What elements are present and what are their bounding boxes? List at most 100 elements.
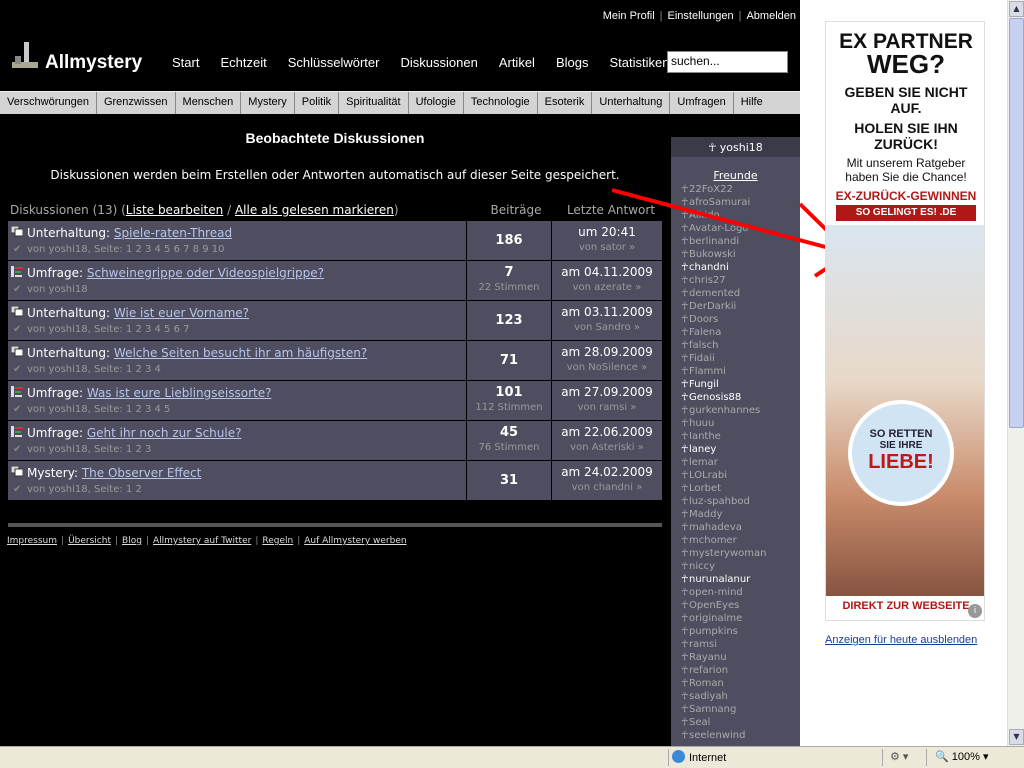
friend-link[interactable]: ☥Seal <box>681 716 800 729</box>
security-zone[interactable]: Internet <box>672 750 726 764</box>
person-icon: ☥ <box>681 561 689 572</box>
last-reply-user-link[interactable]: von Asteriski <box>570 442 634 453</box>
sidebar-username[interactable]: ☥ yoshi18 <box>671 137 800 157</box>
scrollbar-thumb[interactable] <box>1009 18 1024 428</box>
jump-to-last-icon[interactable]: » <box>641 362 647 373</box>
friend-link[interactable]: ☥refarion <box>681 664 800 677</box>
nav-echtzeit[interactable]: Echtzeit <box>220 55 266 70</box>
last-reply-user-link[interactable]: von NoSilence <box>567 362 638 373</box>
friend-link[interactable]: ☥sadiyah <box>681 690 800 703</box>
nav-blogs[interactable]: Blogs <box>556 55 589 70</box>
hide-ads-link[interactable]: Anzeigen für heute ausblenden <box>825 634 977 646</box>
settings-link[interactable]: Einstellungen <box>668 10 734 22</box>
friend-link[interactable]: ☥Genosis88 <box>681 391 800 404</box>
last-reply-user-link[interactable]: von azerate <box>573 282 632 293</box>
footer-impressum[interactable]: Impressum <box>7 536 57 546</box>
last-reply-user-link[interactable]: von Sandro <box>574 322 631 333</box>
logout-link[interactable]: Abmelden <box>746 10 796 22</box>
category-menschen[interactable]: Menschen <box>176 92 242 114</box>
ad-info-icon[interactable]: i <box>968 604 982 618</box>
friend-link[interactable]: ☥Falena <box>681 326 800 339</box>
scroll-up-arrow-icon[interactable]: ▲ <box>1009 1 1024 17</box>
category-verschwoerungen[interactable]: Verschwörungen <box>0 92 97 114</box>
friend-link[interactable]: ☥Fungil <box>681 378 800 391</box>
jump-to-last-icon[interactable]: » <box>634 322 640 333</box>
friend-link[interactable]: ☥mahadeva <box>681 521 800 534</box>
category-technologie[interactable]: Technologie <box>464 92 538 114</box>
footer-twitter[interactable]: Allmystery auf Twitter <box>153 536 251 546</box>
category-ufologie[interactable]: Ufologie <box>409 92 464 114</box>
my-profile-link[interactable]: Mein Profil <box>603 10 655 22</box>
protected-mode-icon[interactable]: ⚙ ▾ <box>890 750 908 763</box>
thread-title-link[interactable]: Was ist eure Lieblingseissorte? <box>87 386 272 400</box>
friend-link[interactable]: ☥Roman <box>681 677 800 690</box>
mark-all-read-link[interactable]: Alle als gelesen markieren <box>235 203 394 217</box>
thread-title-link[interactable]: Welche Seiten besucht ihr am häufigsten? <box>114 346 367 360</box>
friend-link[interactable]: ☥DerDarkii <box>681 300 800 313</box>
footer-blog[interactable]: Blog <box>122 536 142 546</box>
last-reply-user-link[interactable]: von chandni <box>572 482 633 493</box>
friend-link[interactable]: ☥Maddy <box>681 508 800 521</box>
nav-statistiken[interactable]: Statistiken <box>609 55 669 70</box>
friend-link[interactable]: ☥ramsi <box>681 638 800 651</box>
thread-title-link[interactable]: Geht ihr noch zur Schule? <box>87 426 242 440</box>
footer-werben[interactable]: Auf Allmystery werben <box>304 536 406 546</box>
friend-link[interactable]: ☥pumpkins <box>681 625 800 638</box>
edit-list-link[interactable]: Liste bearbeiten <box>126 203 224 217</box>
nav-schluesselwoerter[interactable]: Schlüsselwörter <box>288 55 380 70</box>
friend-link[interactable]: ☥open-mind <box>681 586 800 599</box>
category-unterhaltung[interactable]: Unterhaltung <box>592 92 671 114</box>
friend-link[interactable]: ☥mchomer <box>681 534 800 547</box>
friend-link[interactable]: ☥laney <box>681 443 800 456</box>
friend-link[interactable]: ☥seelenwind <box>681 729 800 742</box>
thread-title-link[interactable]: Spiele-raten-Thread <box>114 226 232 240</box>
jump-to-last-icon[interactable]: » <box>636 482 642 493</box>
category-mystery[interactable]: Mystery <box>241 92 295 114</box>
site-logo[interactable]: Allmystery <box>45 52 142 74</box>
category-esoterik[interactable]: Esoterik <box>538 92 593 114</box>
category-umfragen[interactable]: Umfragen <box>670 92 734 114</box>
nav-artikel[interactable]: Artikel <box>499 55 535 70</box>
jump-to-last-icon[interactable]: » <box>638 442 644 453</box>
footer-uebersicht[interactable]: Übersicht <box>68 536 111 546</box>
friend-link[interactable]: ☥luz-spahbod <box>681 495 800 508</box>
friend-link[interactable]: ☥Fidaii <box>681 352 800 365</box>
ad-cta-button[interactable]: DIREKT ZUR WEBSEITE <box>826 596 984 618</box>
friend-link[interactable]: ☥Samnang <box>681 703 800 716</box>
friend-link[interactable]: ☥huuu <box>681 417 800 430</box>
friend-link[interactable]: ☥LOLrabi <box>681 469 800 482</box>
category-spiritualitaet[interactable]: Spiritualität <box>339 92 409 114</box>
category-politik[interactable]: Politik <box>295 92 340 114</box>
category-grenzwissen[interactable]: Grenzwissen <box>97 92 176 114</box>
jump-to-last-icon[interactable]: » <box>630 402 636 413</box>
thread-title-link[interactable]: Schweinegrippe oder Videospielgrippe? <box>87 266 324 280</box>
friend-link[interactable]: ☥Doors <box>681 313 800 326</box>
friend-link[interactable]: ☥niccy <box>681 560 800 573</box>
friend-link[interactable]: ☥demented <box>681 287 800 300</box>
friend-link[interactable]: ☥lemar <box>681 456 800 469</box>
friend-link[interactable]: ☥Lorbet <box>681 482 800 495</box>
category-hilfe[interactable]: Hilfe <box>734 92 770 114</box>
friend-link[interactable]: ☥gurkenhannes <box>681 404 800 417</box>
advertisement-banner[interactable]: EX PARTNER WEG? GEBEN SIE NICHT AUF. HOLEN… <box>825 21 985 621</box>
thread-title-link[interactable]: The Observer Effect <box>82 466 202 480</box>
thread-title-link[interactable]: Wie ist euer Vorname? <box>114 306 249 320</box>
zoom-level[interactable]: 🔍 100% ▾ <box>935 750 988 763</box>
friend-link[interactable]: ☥OpenEyes <box>681 599 800 612</box>
friend-link[interactable]: ☥originalme <box>681 612 800 625</box>
vertical-scrollbar[interactable]: ▲ ▼ <box>1007 0 1024 746</box>
friend-link[interactable]: ☥Ianthe <box>681 430 800 443</box>
allmystery-logo-icon[interactable] <box>12 42 38 76</box>
friend-link[interactable]: ☥mysterywoman <box>681 547 800 560</box>
scroll-down-arrow-icon[interactable]: ▼ <box>1009 729 1024 745</box>
jump-to-last-icon[interactable]: » <box>635 282 641 293</box>
search-input[interactable]: suchen... <box>667 51 788 73</box>
nav-diskussionen[interactable]: Diskussionen <box>400 55 477 70</box>
nav-start[interactable]: Start <box>172 55 199 70</box>
friend-link[interactable]: ☥Flammi <box>681 365 800 378</box>
last-reply-user-link[interactable]: von ramsi <box>578 402 628 413</box>
friend-link[interactable]: ☥nurunalanur <box>681 573 800 586</box>
friend-link[interactable]: ☥Rayanu <box>681 651 800 664</box>
friend-link[interactable]: ☥falsch <box>681 339 800 352</box>
footer-regeln[interactable]: Regeln <box>262 536 293 546</box>
